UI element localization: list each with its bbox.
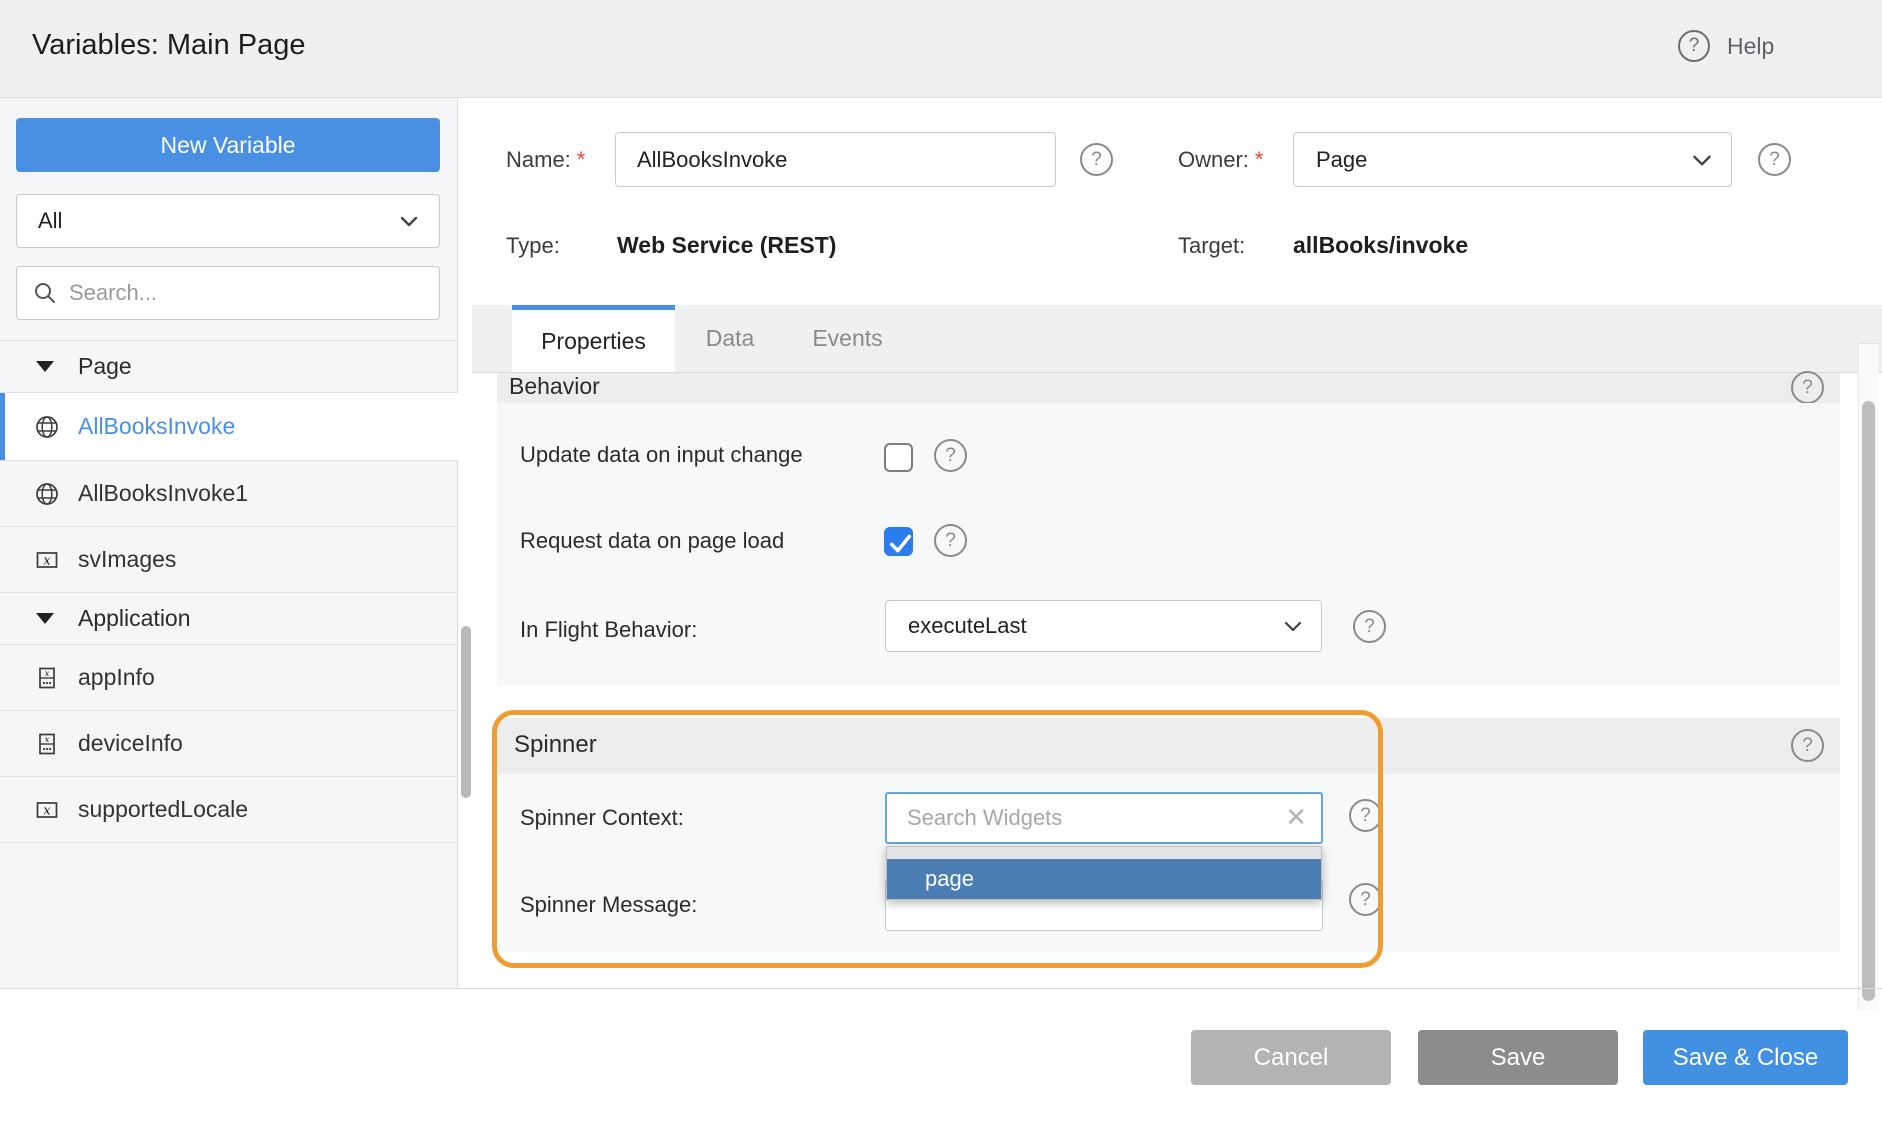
owner-help-icon[interactable]: ? xyxy=(1758,143,1791,176)
variable-search[interactable] xyxy=(16,266,440,320)
clear-icon[interactable]: ✕ xyxy=(1285,805,1307,831)
required-asterisk: * xyxy=(1255,147,1264,172)
spinner-context-label: Spinner Context: xyxy=(520,805,684,831)
owner-selected-value: Page xyxy=(1316,147,1367,173)
tab-properties[interactable]: Properties xyxy=(512,305,675,372)
tree-item-deviceinfo[interactable]: x deviceInfo xyxy=(0,711,458,777)
target-label: Target: xyxy=(1178,233,1245,259)
spinner-section-header: Spinner ? xyxy=(497,718,1840,774)
chevron-down-icon xyxy=(397,209,421,233)
owner-label: Owner:* xyxy=(1178,147,1263,173)
caret-down-icon[interactable] xyxy=(36,361,54,372)
svg-text:x: x xyxy=(45,669,50,679)
tab-data[interactable]: Data xyxy=(675,305,785,372)
search-icon xyxy=(33,281,57,305)
web-service-icon xyxy=(34,481,60,507)
name-label: Name:* xyxy=(506,147,585,173)
svg-text:x: x xyxy=(43,803,51,818)
tree-item-appinfo[interactable]: x appInfo xyxy=(0,645,458,711)
tree-item-allbooksinvoke[interactable]: AllBooksInvoke xyxy=(0,393,458,461)
save-button[interactable]: Save xyxy=(1418,1030,1618,1085)
inflight-selected-value: executeLast xyxy=(908,613,1027,639)
variable-detail-panel: Name:* ? Owner:* Page ? Type: Web Servic… xyxy=(472,0,1882,1124)
new-variable-button[interactable]: New Variable xyxy=(16,118,440,172)
spinner-context-help-icon[interactable]: ? xyxy=(1349,799,1382,832)
request-data-help-icon[interactable]: ? xyxy=(934,524,967,557)
filter-selected-value: All xyxy=(38,208,62,234)
behavior-help-icon[interactable]: ? xyxy=(1791,371,1824,404)
cancel-button[interactable]: Cancel xyxy=(1191,1030,1391,1085)
collection-icon: x xyxy=(34,731,60,757)
save-and-close-button[interactable]: Save & Close xyxy=(1643,1030,1848,1085)
inflight-behavior-select[interactable]: executeLast xyxy=(885,600,1322,652)
request-data-label: Request data on page load xyxy=(520,528,784,554)
tab-events[interactable]: Events xyxy=(785,305,910,372)
variable-icon: x xyxy=(34,797,60,823)
collection-icon: x xyxy=(34,665,60,691)
owner-select[interactable]: Page xyxy=(1293,132,1732,187)
variable-filter-select[interactable]: All xyxy=(16,194,440,248)
tree-item-svimages[interactable]: x svImages xyxy=(0,527,458,593)
name-help-icon[interactable]: ? xyxy=(1080,143,1113,176)
svg-text:x: x xyxy=(43,553,51,568)
page-title: Variables: Main Page xyxy=(32,29,306,62)
spinner-message-label: Spinner Message: xyxy=(520,892,697,918)
detail-tabbar: Properties Data Events xyxy=(472,305,1882,373)
variable-tree: Page AllBooksInvoke AllBooksInvo xyxy=(0,340,458,843)
behavior-section-title: Behavior xyxy=(509,373,600,400)
variables-sidebar: New Variable All Page xyxy=(0,98,458,988)
tree-group-application[interactable]: Application xyxy=(0,593,458,645)
dropdown-empty-option[interactable] xyxy=(887,847,1321,859)
inflight-help-icon[interactable]: ? xyxy=(1353,610,1386,643)
type-value: Web Service (REST) xyxy=(617,232,836,259)
tree-group-page[interactable]: Page xyxy=(0,341,458,393)
caret-down-icon[interactable] xyxy=(36,613,54,624)
main-scrollbar[interactable] xyxy=(1858,343,1878,1010)
update-data-help-icon[interactable]: ? xyxy=(934,439,967,472)
update-data-label: Update data on input change xyxy=(520,442,803,468)
main-scrollbar-thumb[interactable] xyxy=(1862,401,1875,1001)
tree-item-allbooksinvoke1[interactable]: AllBooksInvoke1 xyxy=(0,461,458,527)
spinner-context-input[interactable] xyxy=(887,805,1285,831)
properties-content: Behavior ? Update data on input change ?… xyxy=(472,373,1882,988)
chevron-down-icon xyxy=(1281,614,1305,638)
name-field[interactable] xyxy=(615,132,1056,187)
check-icon xyxy=(888,532,913,555)
spinner-section-body: Spinner Context: ✕ ? Spinner Message: ? … xyxy=(497,774,1840,952)
chevron-down-icon xyxy=(1689,147,1715,173)
spinner-context-dropdown: page xyxy=(886,846,1322,900)
behavior-section-header: Behavior ? xyxy=(497,373,1840,403)
tree-item-supportedlocale[interactable]: x supportedLocale xyxy=(0,777,458,843)
spinner-context-field[interactable]: ✕ xyxy=(885,792,1323,844)
behavior-section-body: Update data on input change ? Request da… xyxy=(497,403,1840,686)
variables-dialog: Variables: Main Page ? Help New Variable… xyxy=(0,0,1882,1124)
required-asterisk: * xyxy=(577,147,586,172)
spinner-help-icon[interactable]: ? xyxy=(1791,729,1824,762)
variable-icon: x xyxy=(34,547,60,573)
inflight-behavior-label: In Flight Behavior: xyxy=(520,617,697,643)
sidebar-scrollbar-thumb[interactable] xyxy=(461,626,471,798)
type-label: Type: xyxy=(506,233,560,259)
content-bottom-divider xyxy=(0,988,1882,989)
target-value: allBooks/invoke xyxy=(1293,232,1468,259)
svg-text:x: x xyxy=(45,735,50,745)
search-input[interactable] xyxy=(69,280,425,306)
dropdown-option-page[interactable]: page xyxy=(887,859,1321,899)
web-service-icon xyxy=(34,414,60,440)
spinner-section-title: Spinner xyxy=(514,731,597,759)
spinner-message-help-icon[interactable]: ? xyxy=(1349,883,1382,916)
update-data-checkbox[interactable] xyxy=(884,443,913,472)
request-data-checkbox[interactable] xyxy=(884,527,913,556)
